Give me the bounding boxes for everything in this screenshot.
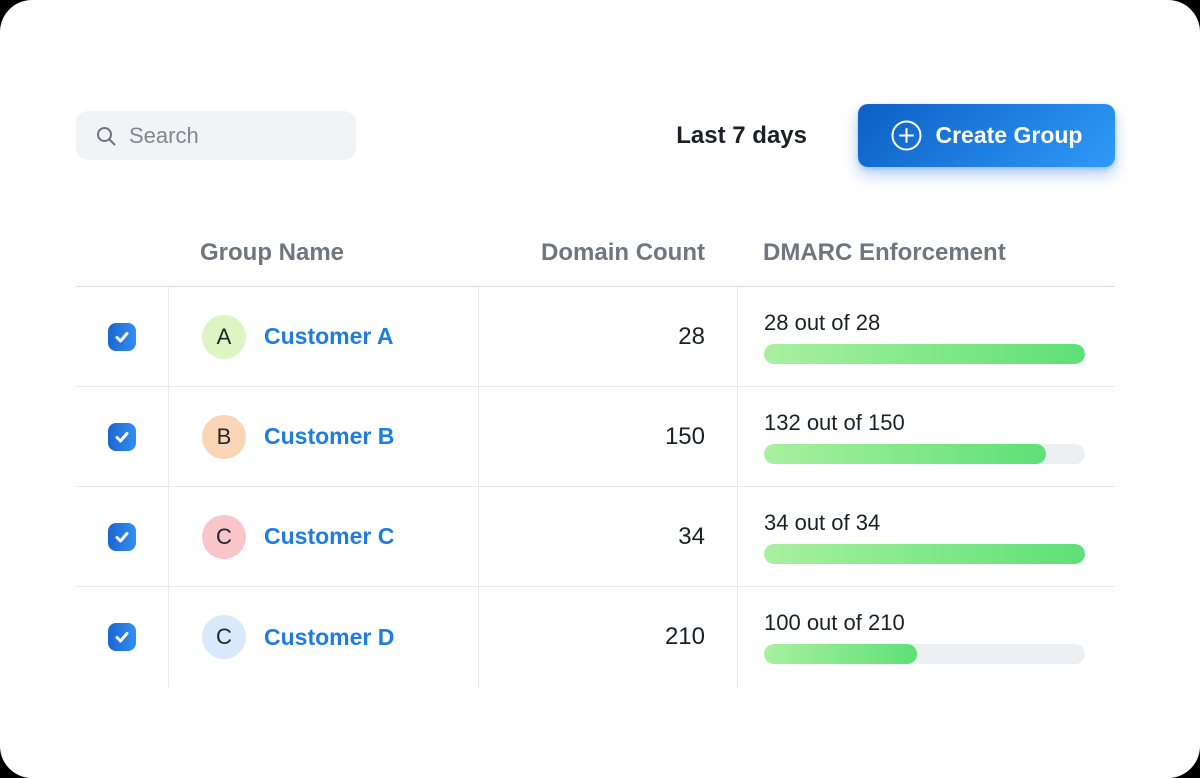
dmarc-progress-track [764, 544, 1085, 564]
create-group-button[interactable]: Create Group [858, 104, 1115, 167]
dmarc-label: 28 out of 28 [764, 310, 1085, 336]
groups-panel: Last 7 days Create Group Group Name Doma… [0, 0, 1200, 778]
avatar-letter: C [216, 524, 232, 550]
customer-name-link[interactable]: Customer A [264, 323, 394, 350]
dmarc-progress-fill [764, 344, 1085, 364]
row-checkbox-cell [76, 287, 168, 386]
date-range-filter[interactable]: Last 7 days [676, 122, 807, 150]
groups-table: Group Name Domain Count DMARC Enforcemen… [76, 220, 1115, 687]
domain-count-cell: 210 [478, 587, 737, 687]
search-icon [94, 124, 118, 148]
dmarc-progress-fill [764, 544, 1085, 564]
avatar: B [202, 415, 246, 459]
search-box[interactable] [76, 111, 356, 160]
avatar-letter: A [217, 324, 232, 350]
table-row: C Customer C 34 34 out of 34 [76, 487, 1115, 587]
group-name-cell: A Customer A [168, 287, 478, 386]
domain-count-value: 34 [678, 523, 705, 551]
dmarc-enforcement-cell: 28 out of 28 [737, 287, 1115, 386]
dmarc-label: 34 out of 34 [764, 510, 1085, 536]
dmarc-progress-track [764, 644, 1085, 664]
domain-count-value: 150 [665, 423, 705, 451]
row-checkbox-cell [76, 587, 168, 687]
check-icon [114, 529, 130, 545]
avatar-letter: B [217, 424, 232, 450]
create-group-label: Create Group [936, 122, 1083, 149]
row-checkbox-cell [76, 387, 168, 486]
dmarc-progress-track [764, 344, 1085, 364]
dmarc-label: 132 out of 150 [764, 410, 1085, 436]
avatar: C [202, 515, 246, 559]
group-name-cell: C Customer D [168, 587, 478, 687]
row-checkbox[interactable] [108, 623, 136, 651]
column-header-dmarc-enforcement: DMARC Enforcement [737, 239, 1115, 267]
column-header-domain-count: Domain Count [478, 239, 737, 267]
dmarc-progress-fill [764, 644, 917, 664]
avatar: C [202, 615, 246, 659]
row-checkbox[interactable] [108, 323, 136, 351]
table-header: Group Name Domain Count DMARC Enforcemen… [76, 220, 1115, 287]
dmarc-label: 100 out of 210 [764, 610, 1085, 636]
dmarc-enforcement-cell: 34 out of 34 [737, 487, 1115, 586]
search-input[interactable] [129, 123, 340, 149]
dmarc-enforcement-cell: 100 out of 210 [737, 587, 1115, 687]
table-row: A Customer A 28 28 out of 28 [76, 287, 1115, 387]
dmarc-enforcement-cell: 132 out of 150 [737, 387, 1115, 486]
group-name-cell: B Customer B [168, 387, 478, 486]
table-row: B Customer B 150 132 out of 150 [76, 387, 1115, 487]
dmarc-progress-fill [764, 444, 1046, 464]
customer-name-link[interactable]: Customer D [264, 624, 394, 651]
plus-circle-icon [891, 120, 922, 151]
table-body: A Customer A 28 28 out of 28 B Cus [76, 287, 1115, 687]
avatar-letter: C [216, 624, 232, 650]
dmarc-progress-track [764, 444, 1085, 464]
customer-name-link[interactable]: Customer B [264, 423, 394, 450]
domain-count-cell: 34 [478, 487, 737, 586]
group-name-cell: C Customer C [168, 487, 478, 586]
domain-count-value: 210 [665, 623, 705, 651]
check-icon [114, 429, 130, 445]
toolbar: Last 7 days Create Group [76, 104, 1115, 167]
row-checkbox[interactable] [108, 523, 136, 551]
domain-count-value: 28 [678, 323, 705, 351]
table-row: C Customer D 210 100 out of 210 [76, 587, 1115, 687]
column-header-group-name: Group Name [168, 239, 478, 267]
row-checkbox[interactable] [108, 423, 136, 451]
domain-count-cell: 28 [478, 287, 737, 386]
check-icon [114, 629, 130, 645]
domain-count-cell: 150 [478, 387, 737, 486]
avatar: A [202, 315, 246, 359]
row-checkbox-cell [76, 487, 168, 586]
check-icon [114, 329, 130, 345]
customer-name-link[interactable]: Customer C [264, 523, 394, 550]
